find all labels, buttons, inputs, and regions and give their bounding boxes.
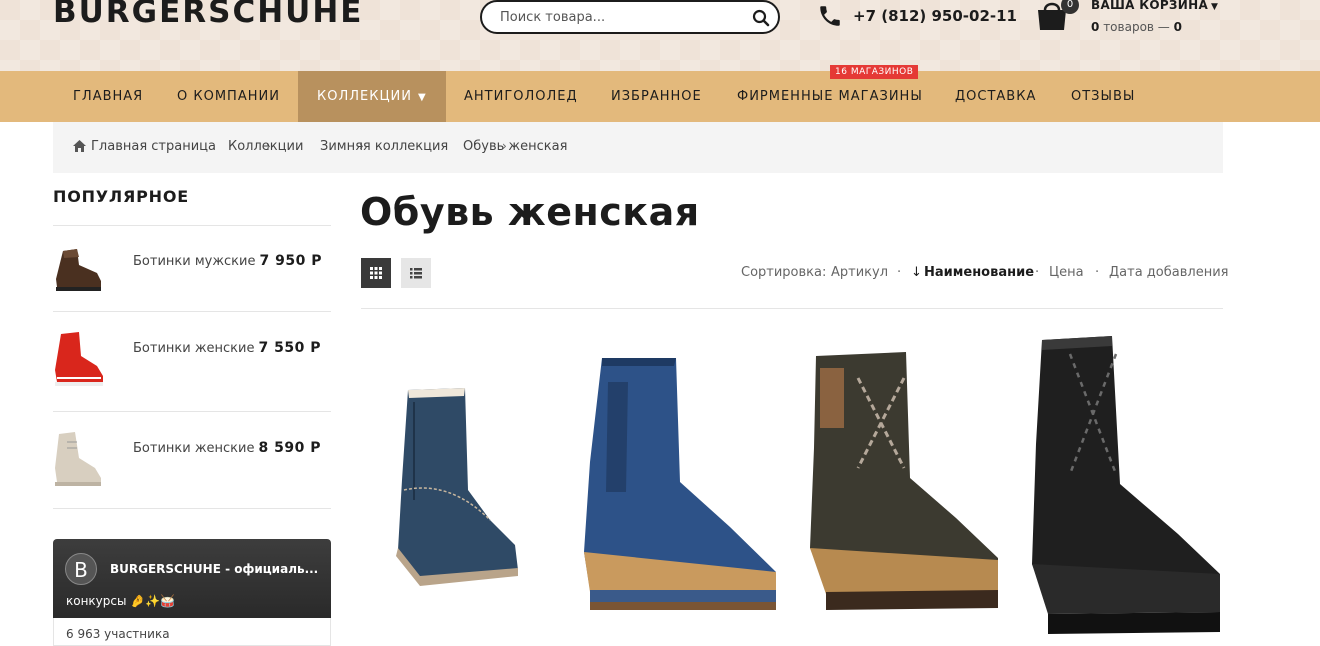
product-image[interactable] bbox=[1028, 334, 1224, 636]
divider bbox=[53, 225, 331, 226]
cart-total: 0 bbox=[1173, 20, 1182, 34]
cart-items-word: товаров — bbox=[1103, 20, 1170, 34]
grid-view-icon bbox=[370, 267, 382, 279]
breadcrumb: Главная страница › Коллекции › Зимняя ко… bbox=[53, 122, 1223, 173]
top-header: BURGERSCHUHE +7 (812) 950-02-11 0 ВАША К… bbox=[0, 0, 1320, 71]
cart-title-label: ВАША КОРЗИНА bbox=[1091, 0, 1209, 12]
sort-option-price[interactable]: Цена bbox=[1049, 265, 1084, 280]
search-box[interactable] bbox=[480, 0, 780, 34]
chevron-down-icon: ▼ bbox=[1211, 2, 1219, 12]
vk-community-name[interactable]: BURGERSCHUHE - официаль... bbox=[110, 562, 320, 576]
popular-title: ПОПУЛЯРНОЕ bbox=[53, 187, 189, 206]
grid-view-button[interactable] bbox=[361, 258, 391, 288]
breadcrumb-home[interactable]: Главная страница bbox=[91, 139, 216, 154]
vk-members-count: 6 963 участника bbox=[66, 627, 170, 641]
popular-item[interactable]: Ботинки мужские 7 950 Р bbox=[53, 243, 331, 313]
sort-option-name[interactable]: Наименование bbox=[924, 265, 1034, 280]
cart-items-count: 0 bbox=[1091, 20, 1100, 34]
nav-item-reviews[interactable]: ОТЗЫВЫ bbox=[1071, 71, 1135, 122]
sort-direction-icon: ↓ bbox=[911, 265, 922, 280]
breadcrumb-winter[interactable]: Зимняя коллекция bbox=[320, 139, 448, 154]
vk-community-status: конкурсы 🤌✨🥁 bbox=[66, 594, 176, 608]
list-view-button[interactable] bbox=[401, 258, 431, 288]
popular-item-name: Ботинки мужские bbox=[133, 254, 256, 269]
cart-title[interactable]: ВАША КОРЗИНА ▼ bbox=[1091, 0, 1218, 12]
phone-number[interactable]: +7 (812) 950-02-11 bbox=[853, 7, 1017, 25]
sort-label: Сортировка: bbox=[741, 265, 827, 280]
popular-item-price: 7 950 Р bbox=[259, 253, 322, 269]
popular-item[interactable]: Ботинки женские 7 550 Р bbox=[53, 330, 331, 400]
separator-dot: · bbox=[897, 265, 902, 280]
divider bbox=[53, 311, 331, 312]
popular-item-price: 8 590 Р bbox=[258, 440, 321, 456]
nav-item-favorites[interactable]: ИЗБРАННОЕ bbox=[611, 71, 702, 122]
product-thumbnail[interactable] bbox=[53, 330, 105, 390]
page-title: Обувь женская bbox=[360, 190, 700, 234]
cart-count-badge: 0 bbox=[1061, 0, 1079, 14]
cart-summary: 0 товаров — 0 bbox=[1091, 20, 1182, 34]
list-view-icon bbox=[410, 268, 422, 279]
chevron-down-icon: ▼ bbox=[418, 92, 427, 103]
popular-item-name: Ботинки женские bbox=[133, 441, 255, 456]
main-nav: ГЛАВНАЯ О КОМПАНИИ КОЛЛЕКЦИИ ▼ АНТИГОЛОЛЕ… bbox=[0, 65, 1320, 122]
separator-dot: · bbox=[1035, 265, 1040, 280]
nav-item-about[interactable]: О КОМПАНИИ bbox=[177, 71, 280, 122]
phone-icon bbox=[820, 6, 840, 26]
popular-item-label[interactable]: Ботинки женские 8 590 Р bbox=[133, 440, 321, 456]
divider bbox=[53, 508, 331, 509]
sort-option-article[interactable]: Артикул bbox=[831, 265, 888, 280]
vk-avatar[interactable]: B bbox=[65, 553, 97, 585]
breadcrumb-collections[interactable]: Коллекции bbox=[228, 139, 303, 154]
nav-item-collections-label: КОЛЛЕКЦИИ bbox=[317, 89, 412, 104]
sort-option-date[interactable]: Дата добавления bbox=[1109, 265, 1228, 280]
nav-item-collections[interactable]: КОЛЛЕКЦИИ ▼ bbox=[298, 71, 446, 122]
nav-item-delivery[interactable]: ДОСТАВКА bbox=[955, 71, 1036, 122]
search-input[interactable] bbox=[500, 8, 740, 26]
popular-item-price: 7 550 Р bbox=[258, 340, 321, 356]
nav-item-home[interactable]: ГЛАВНАЯ bbox=[73, 71, 143, 122]
separator-dot: · bbox=[1095, 265, 1100, 280]
popular-item[interactable]: Ботинки женские 8 590 Р bbox=[53, 430, 331, 500]
site-logo[interactable]: BURGERSCHUHE bbox=[53, 0, 363, 30]
popular-item-label[interactable]: Ботинки мужские 7 950 Р bbox=[133, 253, 322, 269]
home-icon bbox=[73, 140, 86, 152]
divider bbox=[53, 411, 331, 412]
vk-widget-header[interactable]: B BURGERSCHUHE - официаль... конкурсы 🤌✨… bbox=[53, 539, 331, 618]
popular-item-name: Ботинки женские bbox=[133, 341, 255, 356]
vk-community-widget[interactable]: B BURGERSCHUHE - официаль... конкурсы 🤌✨… bbox=[53, 539, 331, 646]
product-image[interactable] bbox=[390, 380, 530, 590]
divider bbox=[361, 308, 1223, 309]
product-image[interactable] bbox=[580, 352, 780, 614]
stores-count-badge: 16 МАГАЗИНОВ bbox=[830, 65, 919, 79]
product-thumbnail[interactable] bbox=[53, 430, 105, 490]
nav-item-anti-ice[interactable]: АНТИГОЛОЛЕД bbox=[464, 71, 578, 122]
product-image[interactable] bbox=[806, 348, 1002, 612]
vk-widget-footer: 6 963 участника bbox=[53, 618, 331, 646]
product-thumbnail[interactable] bbox=[53, 243, 105, 295]
search-icon[interactable] bbox=[752, 9, 770, 27]
popular-item-label[interactable]: Ботинки женские 7 550 Р bbox=[133, 340, 321, 356]
breadcrumb-current: Обувь женская bbox=[463, 139, 568, 154]
